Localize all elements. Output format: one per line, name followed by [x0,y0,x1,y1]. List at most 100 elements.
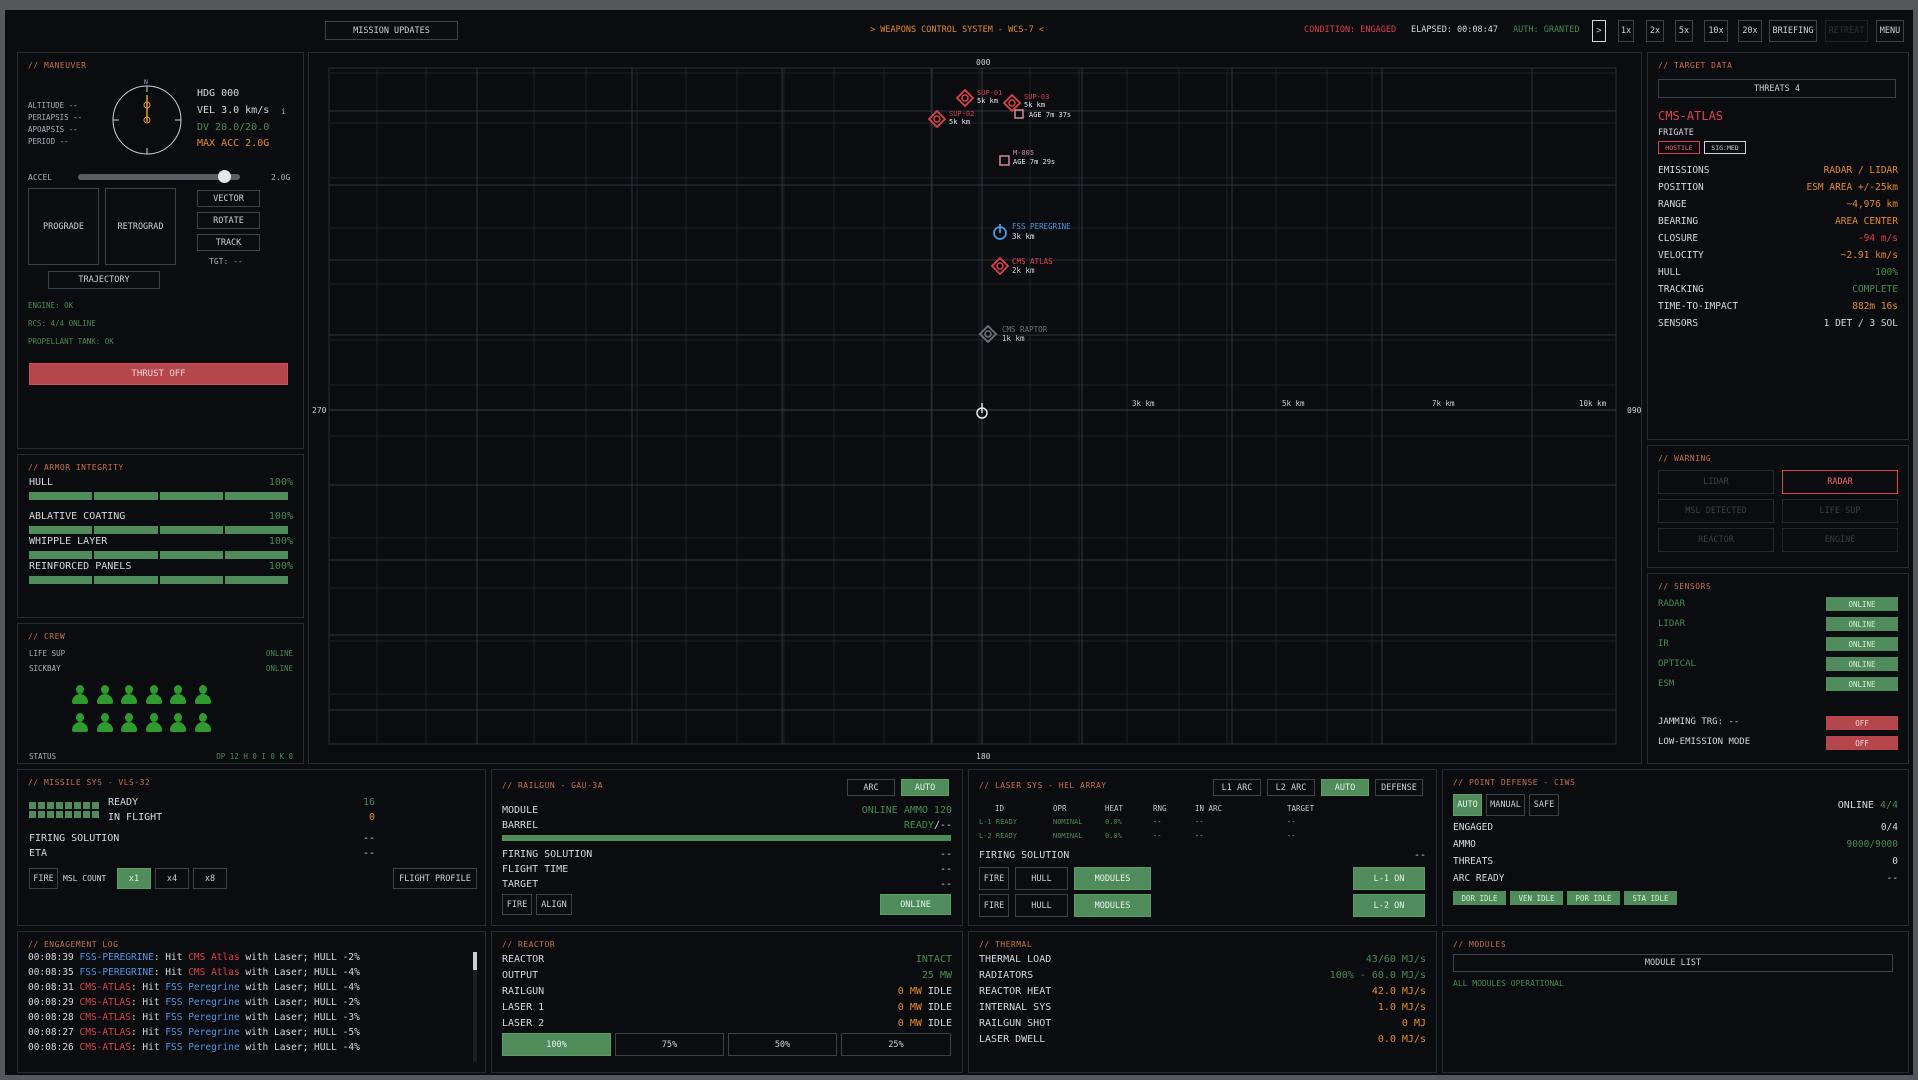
sup-03-contact-icon-core [1008,99,1016,107]
railgun-arc-button[interactable]: ARC [847,779,895,796]
laser-2-modules-button[interactable]: MODULES [1074,894,1151,917]
log-hit-text: : Hit [130,997,166,1008]
velocity-readout: VEL 3.0 km/s [197,105,270,116]
hostile-badge: HOSTILE [1658,141,1700,154]
briefing-button[interactable]: BRIEFING [1769,20,1817,42]
log-time: 00:08:39 [28,952,74,963]
accel-slider[interactable] [78,170,240,183]
missile-eta-value: -- [362,848,375,859]
missile-tube-cell [47,811,54,818]
reactor-level-75-button[interactable]: 75% [615,1033,724,1056]
railgun-fire-button[interactable]: FIRE [502,894,532,915]
reactor-field-value: 0 MW IDLE [898,1018,952,1029]
reactor-level-50-button[interactable]: 50% [728,1033,837,1056]
missile-fire-button[interactable]: FIRE [29,868,58,889]
retreat-button[interactable]: RETREAT [1825,20,1868,42]
laser-table-cell: NOMINAL [1053,832,1083,840]
mission-updates-button[interactable]: MISSION UPDATES [325,21,458,40]
radar-bearing-000: 000 [976,58,991,67]
laser-2-on-toggle[interactable]: L-2 ON [1353,894,1425,917]
sensor-status-toggle[interactable]: ONLINE [1826,637,1898,651]
velocity-info-icon[interactable]: i [281,107,286,116]
missile-x1-button[interactable]: x1 [117,868,151,889]
speed-5x-button[interactable]: 5x [1675,20,1693,42]
play-button[interactable]: > [1592,20,1606,42]
missile-tube-cell [83,811,90,818]
reactor-state: IDLE [927,1018,952,1029]
armor-value: 100% [268,561,293,572]
reactor-level-25-button[interactable]: 25% [841,1033,951,1056]
threats-selector[interactable]: THREATS 4 [1658,79,1896,98]
point-defense-panel: // POINT DEFENSE - CIWS AUTO MANUAL SAFE… [1442,769,1909,926]
jamming-label: JAMMING TRG: -- [1658,717,1740,727]
laser-defense-button[interactable]: DEFENSE [1375,779,1423,796]
laser-1-modules-button[interactable]: MODULES [1074,867,1151,890]
modules-status: ALL MODULES OPERATIONAL [1453,979,1564,988]
log-target: FSS Peregrine [165,1012,240,1023]
laser-l1-arc-button[interactable]: L1 ARC [1213,779,1261,796]
prograde-button[interactable]: PROGRADE [28,188,99,265]
trajectory-button[interactable]: TRAJECTORY [48,271,160,289]
retrograde-button[interactable]: RETROGRAD [105,188,176,265]
laser-column-header: HEAT [1105,804,1124,813]
laser-table-cell: -- [1287,832,1296,840]
pd-safe-button[interactable]: SAFE [1529,794,1559,816]
speed-20x-button[interactable]: 20x [1738,20,1762,42]
pd-manual-button[interactable]: MANUAL [1486,794,1525,816]
laser-2-fire-button[interactable]: FIRE [979,894,1009,917]
pd-engaged-value: 0/4 [1880,822,1898,833]
m-005-contact-icon[interactable] [999,155,1010,166]
tactical-radar-display[interactable]: 000180270 0903k km 5k km 7k km 10k kmSUP-015… [309,53,1643,765]
laser-1-fire-button[interactable]: FIRE [979,867,1009,890]
railgun-online-button[interactable]: ONLINE [880,894,951,915]
flight-profile-button[interactable]: FLIGHT PROFILE [393,868,477,889]
module-list-button[interactable]: MODULE LIST [1453,954,1893,972]
reactor-level-100-button[interactable]: 100% [502,1033,611,1056]
missile-tube-cell [74,811,81,818]
periapsis-readout: PERIAPSIS -- [28,113,83,122]
railgun-module-label: MODULE [502,805,539,816]
target-readout: TGT: -- [209,257,243,266]
log-attacker: CMS-ATLAS [79,982,131,993]
speed-1x-button[interactable]: 1x [1618,20,1634,42]
armor-bar-segment [160,576,225,584]
sensor-status-toggle[interactable]: ONLINE [1826,617,1898,631]
laser-1-hull-button[interactable]: HULL [1015,867,1068,890]
laser-l2-arc-button[interactable]: L2 ARC [1267,779,1315,796]
low-emission-toggle[interactable]: OFF [1826,736,1898,750]
missile-system-panel: // MISSILE SYS - VLS-32 READY 16 IN FLIG… [17,769,486,926]
sensor-status-toggle[interactable]: ONLINE [1826,597,1898,611]
sup-01-contact-icon[interactable] [955,88,975,108]
railgun-panel: // RAILGUN - GAU-3A ARC AUTO MODULE ONLI… [491,769,963,926]
laser-1-on-toggle[interactable]: L-1 ON [1353,867,1425,890]
laser-table-cell: L-2 READY [979,832,1017,840]
pd-auto-button[interactable]: AUTO [1453,794,1482,816]
target-field-value: ESM AREA +/-25km [1806,182,1898,193]
laser-panel: // LASER SYS - HEL ARRAY L1 ARC L2 ARC A… [968,769,1437,926]
menu-button[interactable]: MENU [1876,20,1904,42]
thermal-title: // THERMAL [979,940,1033,949]
sup-03-contact-icon[interactable] [1002,93,1022,113]
laser-2-hull-button[interactable]: HULL [1015,894,1068,917]
railgun-align-button[interactable]: ALIGN [536,894,572,915]
sensor-status-toggle[interactable]: ONLINE [1826,657,1898,671]
log-scrollbar-thumb[interactable] [473,952,477,970]
missile-x4-button[interactable]: x4 [155,868,189,889]
sensor-status-toggle[interactable]: ONLINE [1826,677,1898,691]
thermal-field-label: LASER DWELL [979,1034,1046,1045]
laser-auto-button[interactable]: AUTO [1321,779,1369,796]
engagement-log-list[interactable]: 00:08:39 FSS-PEREGRINE: Hit CMS Atlas wi… [18,932,468,1074]
speed-10x-button[interactable]: 10x [1704,20,1728,42]
accel-slider-handle[interactable] [217,170,231,183]
vector-button[interactable]: VECTOR [197,190,260,207]
crew-title: // CREW [28,632,66,641]
rotate-button[interactable]: ROTATE [197,212,260,229]
missile-tube-cell [47,802,54,809]
speed-2x-button[interactable]: 2x [1646,20,1664,42]
missile-x8-button[interactable]: x8 [193,868,227,889]
track-button[interactable]: TRACK [197,234,260,251]
railgun-auto-button[interactable]: AUTO [901,779,949,796]
log-scrollbar[interactable] [473,952,477,1062]
thrust-off-button[interactable]: THRUST OFF [29,363,288,385]
jamming-toggle[interactable]: OFF [1826,716,1898,730]
